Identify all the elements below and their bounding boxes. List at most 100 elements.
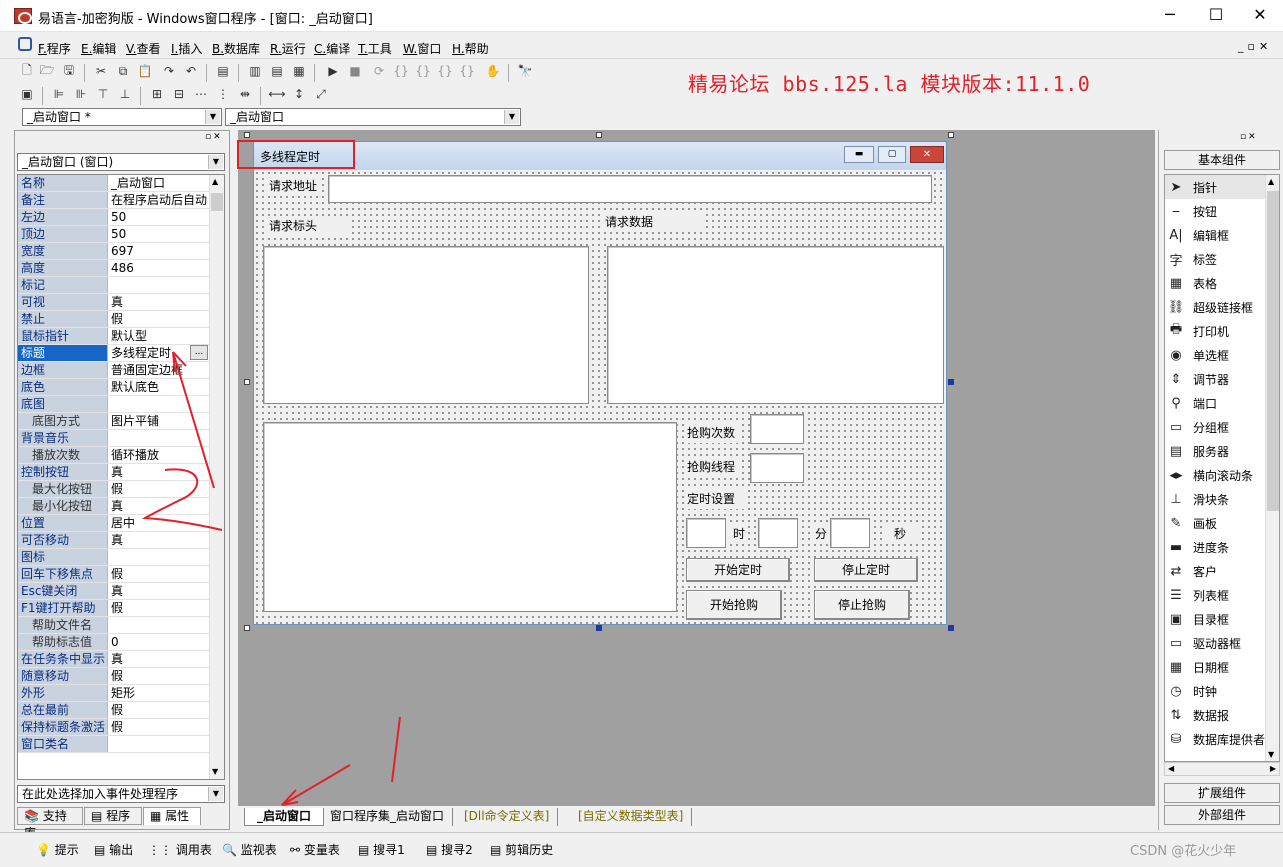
- layout-icon[interactable]: ▥: [246, 62, 264, 80]
- property-row[interactable]: 高度 486: [18, 260, 224, 277]
- tab-properties[interactable]: ▦ 属性: [143, 807, 201, 825]
- property-row[interactable]: 底色 默认底色: [18, 379, 224, 396]
- paste-icon[interactable]: 📋: [136, 62, 154, 80]
- component-item[interactable]: ◷ 时钟: [1165, 679, 1279, 703]
- property-row[interactable]: 底图: [18, 396, 224, 413]
- property-value[interactable]: [108, 549, 224, 565]
- scroll-up-icon[interactable]: ▲: [1268, 177, 1274, 186]
- status-tab-2[interactable]: ⋮⋮ 调用表: [148, 841, 212, 858]
- property-value[interactable]: 居中: [108, 515, 224, 531]
- menu-item-7[interactable]: T.工具: [358, 40, 392, 57]
- editor-tab-custom-types[interactable]: [自定义数据类型表]: [570, 808, 693, 826]
- step-icon[interactable]: ⟳: [370, 62, 388, 80]
- close-button[interactable]: ✕: [1237, 0, 1283, 32]
- preview-icon[interactable]: ▤: [214, 62, 232, 80]
- component-item[interactable]: ⎯ 按钮: [1165, 199, 1279, 223]
- property-value[interactable]: 50: [108, 226, 224, 242]
- minute-input[interactable]: [758, 518, 798, 548]
- scroll-right-icon[interactable]: ▶: [1270, 764, 1276, 773]
- menu-item-6[interactable]: C.编译: [314, 40, 350, 57]
- property-value[interactable]: 真: [108, 583, 224, 599]
- event-selector[interactable]: _启动窗口 ▼: [225, 108, 521, 126]
- editor-tab-start-window[interactable]: _启动窗口: [244, 808, 325, 826]
- component-item[interactable]: ▣ 目录框: [1165, 607, 1279, 631]
- space-v-icon[interactable]: ⋮: [214, 85, 232, 103]
- property-row[interactable]: 保持标题条激活假: [18, 719, 224, 736]
- undo-icon[interactable]: ↶: [182, 62, 200, 80]
- component-item[interactable]: ⇕ 调节器: [1165, 367, 1279, 391]
- resize-handle[interactable]: [948, 625, 954, 631]
- minimize-button[interactable]: ─: [1147, 0, 1193, 32]
- same-height-icon[interactable]: ↕: [290, 85, 308, 103]
- component-item[interactable]: 🖶 打印机: [1165, 319, 1279, 343]
- new-file-icon[interactable]: 🗋: [18, 62, 36, 80]
- distribute-icon[interactable]: ⇹: [236, 85, 254, 103]
- basic-components-header[interactable]: 基本组件: [1164, 150, 1280, 170]
- align-left-icon[interactable]: ⊫: [50, 85, 68, 103]
- property-row[interactable]: 鼠标指针 默认型: [18, 328, 224, 345]
- align-top-icon[interactable]: ⊤: [94, 85, 112, 103]
- mdi-controls[interactable]: _▫✕: [1238, 40, 1272, 53]
- resize-handle[interactable]: [244, 132, 250, 138]
- step-into-icon[interactable]: {}: [392, 62, 410, 80]
- property-row[interactable]: Esc键关闭真: [18, 583, 224, 600]
- scroll-down-icon[interactable]: ▼: [212, 767, 222, 777]
- hour-input[interactable]: [686, 518, 726, 548]
- property-row[interactable]: 帮助标志值 0: [18, 634, 224, 651]
- request-data-textarea[interactable]: [607, 246, 944, 404]
- property-row[interactable]: 控制按钮真: [18, 464, 224, 481]
- resize-handle[interactable]: [244, 625, 250, 631]
- resize-handle[interactable]: [244, 379, 250, 385]
- scroll-down-icon[interactable]: ▼: [1268, 750, 1274, 759]
- scroll-up-icon[interactable]: ▲: [212, 177, 222, 187]
- property-value[interactable]: 假: [108, 702, 224, 718]
- property-value[interactable]: 真: [108, 532, 224, 548]
- log-textarea[interactable]: [263, 422, 677, 612]
- property-row[interactable]: 外形 矩形: [18, 685, 224, 702]
- center-v-icon[interactable]: ⊟: [170, 85, 188, 103]
- property-value[interactable]: 假: [108, 600, 224, 616]
- property-value[interactable]: [108, 617, 224, 633]
- property-row[interactable]: 最小化按钮真: [18, 498, 224, 515]
- menu-item-0[interactable]: F.程序: [38, 40, 71, 57]
- status-tab-5[interactable]: ▤ 搜寻1: [358, 841, 405, 858]
- center-h-icon[interactable]: ⊞: [148, 85, 166, 103]
- component-hscrollbar[interactable]: ◀ ▶: [1164, 762, 1280, 776]
- component-item[interactable]: ⚲ 端口: [1165, 391, 1279, 415]
- component-item[interactable]: ▤ 服务器: [1165, 439, 1279, 463]
- object-type-combo[interactable]: _启动窗口 (窗口) ▼: [17, 153, 225, 171]
- property-scrollbar[interactable]: ▲ ▼: [209, 175, 224, 779]
- property-row[interactable]: 在任务条中显示真: [18, 651, 224, 668]
- property-value[interactable]: 循环播放: [108, 447, 224, 463]
- same-size-icon[interactable]: ⤢: [312, 85, 330, 103]
- step-over-icon[interactable]: {}: [414, 62, 432, 80]
- stop-timer-button[interactable]: 停止定时: [814, 558, 918, 582]
- form-maximize-icon[interactable]: ▢: [878, 146, 906, 163]
- save-icon[interactable]: 🖫: [60, 62, 78, 80]
- property-row[interactable]: 边框 普通固定边框: [18, 362, 224, 379]
- property-row[interactable]: 标记: [18, 277, 224, 294]
- component-scrollbar[interactable]: ▲ ▼: [1265, 175, 1279, 761]
- property-value[interactable]: 真: [108, 464, 224, 480]
- align-bottom-icon[interactable]: ⊥: [116, 85, 134, 103]
- buy-threads-input[interactable]: [750, 453, 804, 483]
- object-selector[interactable]: _启动窗口 * ▼: [22, 108, 222, 126]
- status-tab-4[interactable]: ⚯ 变量表: [290, 841, 340, 858]
- property-value[interactable]: 697: [108, 243, 224, 259]
- property-row[interactable]: 宽度 697: [18, 243, 224, 260]
- stop-icon[interactable]: ■: [346, 62, 364, 80]
- copy-icon[interactable]: ⧉: [114, 62, 132, 80]
- property-value[interactable]: [108, 277, 224, 293]
- status-tab-7[interactable]: ▤ 剪辑历史: [490, 841, 553, 858]
- status-tab-0[interactable]: 💡 提示: [36, 841, 79, 858]
- layout-horizontal-icon[interactable]: ▤: [268, 62, 286, 80]
- scroll-thumb[interactable]: [1267, 191, 1279, 511]
- edit-property-button[interactable]: ...: [190, 345, 208, 360]
- component-item[interactable]: ☰ 列表框: [1165, 583, 1279, 607]
- property-value[interactable]: 0: [108, 634, 224, 650]
- property-row[interactable]: 最大化按钮假: [18, 481, 224, 498]
- property-row[interactable]: 背景音乐: [18, 430, 224, 447]
- menu-item-5[interactable]: R.运行: [270, 40, 306, 57]
- request-header-textarea[interactable]: [263, 246, 589, 404]
- property-row[interactable]: 播放次数 循环播放: [18, 447, 224, 464]
